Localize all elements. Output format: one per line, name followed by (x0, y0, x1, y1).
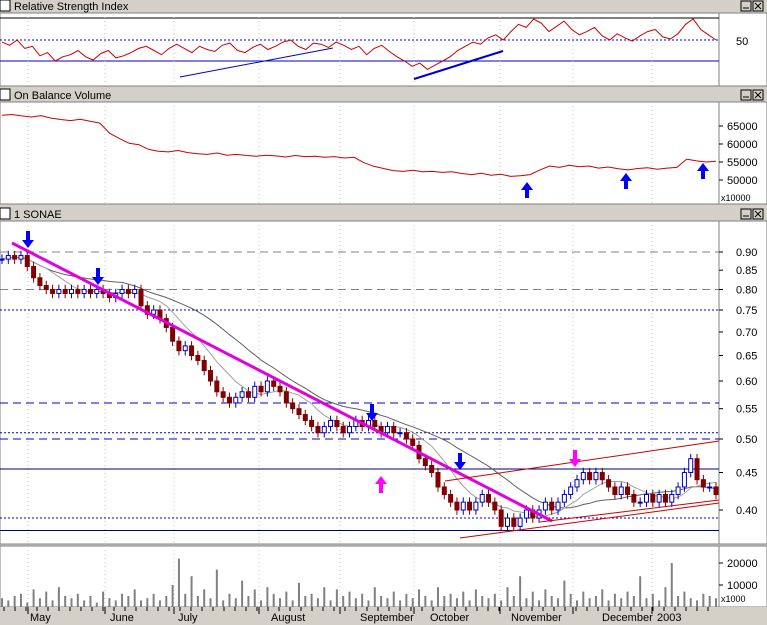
obv-tick-50000: 50000 (727, 175, 758, 187)
obv-tick-55000: 55000 (727, 157, 758, 169)
x-tick-label-1: June (110, 612, 134, 624)
rsi-tick-50: 50 (736, 36, 748, 48)
x-tick-label-6: November (511, 612, 562, 624)
rsi-close-button[interactable] (752, 0, 764, 12)
price-tick-8: 0.80 (736, 284, 757, 296)
price-tick-7: 0.75 (736, 305, 757, 317)
rsi-title: Relative Strength Index (14, 1, 129, 13)
price-tick-10: 0.90 (736, 247, 757, 259)
volume-pane: 10000 20000 x1000 (0, 545, 767, 608)
x-tick-label-2: July (178, 612, 198, 624)
price-minimize-button[interactable] (740, 208, 752, 220)
price-tick-3: 0.55 (736, 404, 757, 416)
x-axis: May June July August September October Novembe… (0, 607, 767, 625)
price-tick-0: 0.40 (736, 505, 757, 517)
price-tick-4: 0.60 (736, 376, 757, 388)
price-tick-9: 0.85 (736, 265, 757, 277)
x-tick-label-8: 2003 (657, 612, 681, 624)
obv-tick-65000: 65000 (727, 121, 758, 133)
obv-units: x10000 (721, 193, 751, 203)
rsi-pane: Relative Strength Index 50 (0, 0, 767, 87)
x-tick-label-4: September (360, 612, 414, 624)
x-tick-label-7: December (602, 612, 653, 624)
price-close-button[interactable] (752, 208, 764, 220)
obv-minimize-button[interactable] (740, 89, 752, 101)
obv-tick-60000: 60000 (727, 139, 758, 151)
chart-window: Relative Strength Index 50 On Balance Vo… (0, 0, 767, 625)
obv-close-button[interactable] (752, 89, 764, 101)
price-title: 1 SONAE (14, 209, 62, 221)
volume-units: x1000 (721, 594, 746, 604)
obv-title: On Balance Volume (14, 90, 111, 102)
obv-pane: On Balance Volume 50000 55000 60000 65000 x… (0, 88, 767, 205)
price-tick-5: 0.65 (736, 351, 757, 363)
x-tick-label-0: May (30, 612, 51, 624)
volume-tick-10000: 10000 (727, 580, 758, 592)
price-pane: 1 SONAE 0.40 0.45 0.50 0.55 0.60 0.65 0.70 0.75… (0, 207, 767, 545)
volume-tick-20000: 20000 (727, 558, 758, 570)
rsi-minimize-button[interactable] (740, 0, 752, 12)
x-tick-label-5: October (430, 612, 469, 624)
candle (694, 453, 700, 485)
price-tick-6: 0.70 (736, 327, 757, 339)
x-tick-label-3: August (271, 612, 305, 624)
price-tick-1: 0.45 (736, 468, 757, 480)
price-tick-2: 0.50 (736, 434, 757, 446)
